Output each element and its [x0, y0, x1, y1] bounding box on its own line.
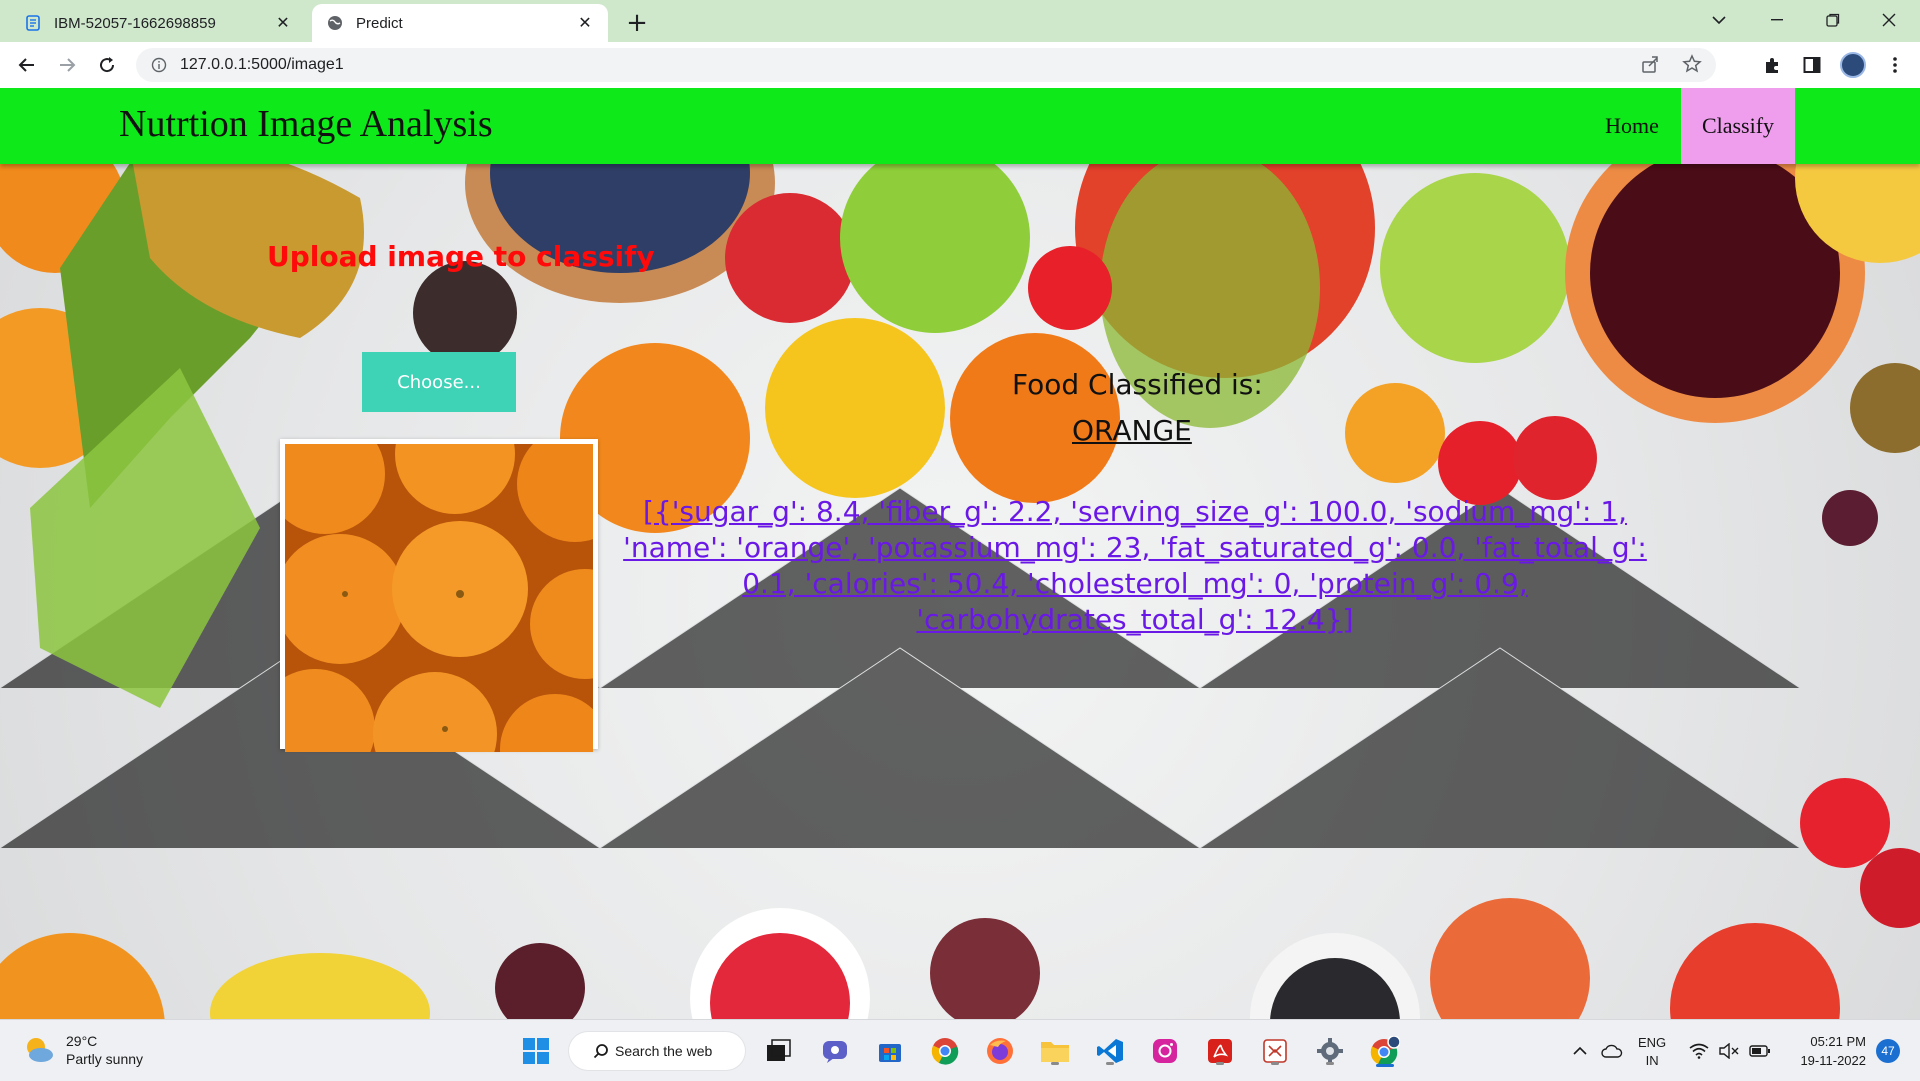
vscode-icon[interactable]	[1093, 1034, 1127, 1068]
file-explorer-icon[interactable]	[1038, 1034, 1072, 1068]
extensions-puzzle-icon[interactable]	[1758, 50, 1788, 80]
teams-chat-icon[interactable]	[818, 1034, 852, 1068]
info-icon[interactable]	[150, 56, 168, 74]
microsoft-store-icon[interactable]	[873, 1034, 907, 1068]
search-icon	[593, 1043, 609, 1059]
nav-home-link[interactable]: Home	[1592, 88, 1672, 164]
site-brand[interactable]: Nutrtion Image Analysis	[119, 102, 493, 146]
chrome-icon[interactable]	[928, 1034, 962, 1068]
language-indicator[interactable]: ENG IN	[1638, 1034, 1666, 1070]
instagram-icon[interactable]	[1148, 1034, 1182, 1068]
document-icon	[24, 14, 42, 32]
nutrition-result-link[interactable]: [{'sugar_g': 8.4, 'fiber_g': 2.2, 'servi…	[620, 494, 1650, 638]
partly-sunny-icon	[27, 1038, 53, 1062]
tab-title: IBM-52057-1662698859	[54, 14, 216, 32]
minimize-button[interactable]	[1754, 0, 1800, 40]
choose-file-button[interactable]: Choose...	[362, 352, 516, 412]
acrobat-reader-icon[interactable]	[1203, 1034, 1237, 1068]
volume-muted-icon[interactable]	[1718, 1038, 1740, 1064]
clock-date: 19-11-2022	[1800, 1053, 1866, 1068]
windows-taskbar: 29°C Partly sunny Search the web ENG IN …	[0, 1019, 1920, 1081]
browser-tabstrip: IBM-52057-1662698859 ✕ Predict ✕ +	[0, 0, 1920, 42]
lang-code: ENG	[1638, 1035, 1667, 1050]
restore-button[interactable]	[1810, 0, 1856, 40]
back-button[interactable]	[12, 50, 42, 80]
bookmark-star-icon[interactable]	[1682, 54, 1702, 79]
wifi-icon[interactable]	[1688, 1038, 1710, 1064]
top-navbar: Nutrtion Image Analysis Home Classify	[0, 88, 1920, 164]
browser-toolbar: 127.0.0.1:5000/image1	[0, 42, 1920, 89]
nav-classify-link[interactable]: Classify	[1681, 88, 1795, 164]
taskbar-search[interactable]: Search the web	[569, 1032, 745, 1070]
chrome-profile-icon[interactable]	[1368, 1034, 1402, 1068]
close-icon[interactable]: ✕	[274, 14, 292, 32]
share-icon[interactable]	[1640, 54, 1660, 79]
tab-ibm[interactable]: IBM-52057-1662698859 ✕	[10, 4, 306, 42]
clock-time: 05:21 PM	[1810, 1034, 1866, 1049]
page-viewport: Nutrtion Image Analysis Home Classify Up…	[0, 88, 1920, 1019]
onedrive-icon[interactable]	[1600, 1038, 1624, 1064]
lang-region: IN	[1645, 1053, 1659, 1068]
profile-avatar[interactable]	[1838, 50, 1868, 80]
side-panel-icon[interactable]	[1797, 50, 1827, 80]
weather-desc: Partly sunny	[66, 1051, 144, 1067]
tab-predict[interactable]: Predict ✕	[312, 4, 608, 42]
tab-search-icon[interactable]	[1696, 0, 1742, 40]
task-view-icon[interactable]	[762, 1034, 796, 1068]
settings-gear-icon[interactable]	[1313, 1034, 1347, 1068]
search-label: Search the web	[615, 1043, 713, 1059]
chevron-up-icon[interactable]	[1570, 1038, 1590, 1064]
oranges-photo	[285, 444, 593, 752]
weather-temp: 29°C	[66, 1033, 98, 1049]
globe-icon	[326, 14, 344, 32]
forward-button[interactable]	[52, 50, 82, 80]
close-window-button[interactable]	[1866, 0, 1912, 40]
url-text: 127.0.0.1:5000/image1	[180, 56, 344, 73]
system-clock[interactable]: 05:21 PM 19-11-2022	[1782, 1032, 1866, 1070]
result-label: Food Classified is:	[1012, 368, 1263, 401]
battery-icon[interactable]	[1748, 1038, 1772, 1064]
firefox-icon[interactable]	[983, 1034, 1017, 1068]
address-bar[interactable]: 127.0.0.1:5000/image1	[136, 48, 1716, 82]
tab-title: Predict	[356, 14, 403, 32]
app-grid-icon[interactable]	[1258, 1034, 1292, 1068]
new-tab-button[interactable]: +	[622, 8, 652, 38]
close-icon[interactable]: ✕	[576, 14, 594, 32]
weather-widget[interactable]: 29°C Partly sunny	[22, 1032, 143, 1068]
windows-start-icon[interactable]	[519, 1034, 553, 1068]
menu-kebab-icon[interactable]	[1880, 50, 1910, 80]
notification-badge[interactable]: 47	[1876, 1039, 1900, 1063]
reload-button[interactable]	[92, 50, 122, 80]
upload-heading: Upload image to classify	[267, 240, 655, 273]
image-preview	[280, 439, 598, 752]
result-value: ORANGE	[1072, 414, 1192, 447]
